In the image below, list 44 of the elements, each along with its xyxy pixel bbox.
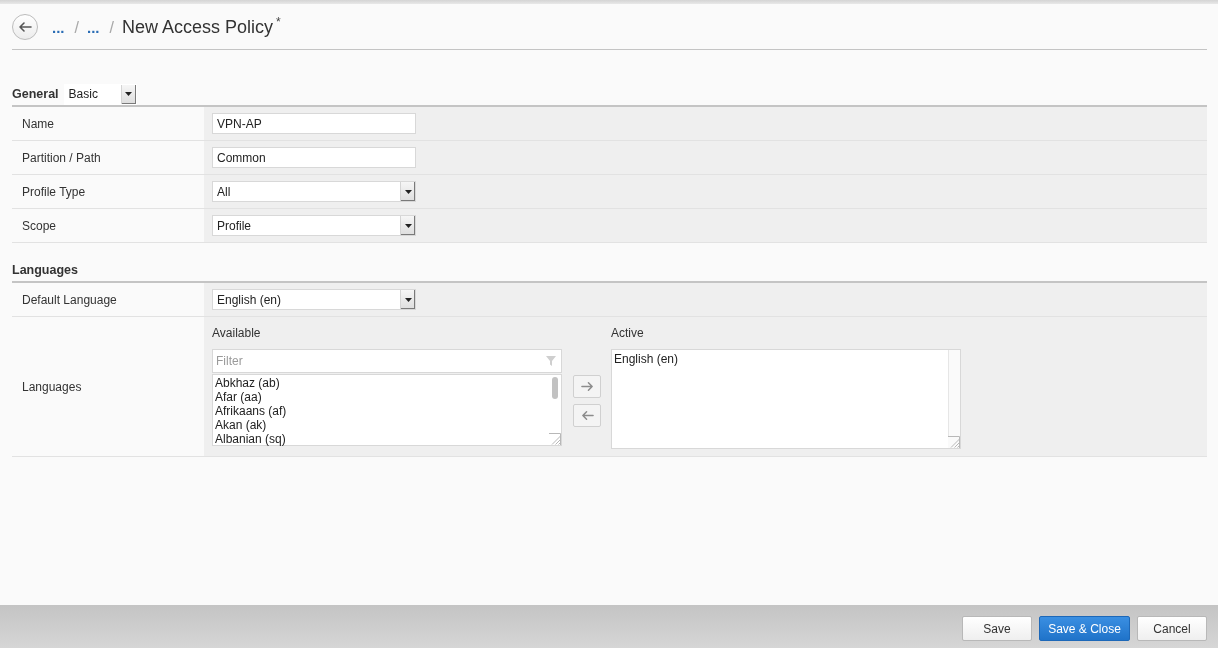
list-label: Active bbox=[611, 325, 645, 341]
breadcrumb-separator: / bbox=[74, 17, 79, 38]
section-heading: General bbox=[12, 85, 59, 103]
list-item[interactable]: Afar (aa) bbox=[215, 390, 549, 404]
filter-field[interactable]: Filter bbox=[212, 349, 562, 373]
section-heading: Languages bbox=[12, 261, 78, 279]
primary-button[interactable]: Save & Close bbox=[1039, 616, 1130, 641]
unsaved-marker: * bbox=[276, 13, 281, 31]
list-item[interactable]: Afrikaans (af) bbox=[215, 404, 549, 418]
available-list[interactable]: Abkhaz (ab) Afar (aa) Afrikaans (af) Akan (ak) Albanian (sq) bbox=[212, 374, 562, 446]
footer-button[interactable]: Cancel bbox=[1137, 616, 1207, 641]
arrow-left-icon bbox=[580, 409, 594, 422]
list-item[interactable]: English (en) bbox=[614, 351, 948, 367]
select-field[interactable]: English (en) bbox=[212, 289, 416, 310]
filter-icon bbox=[546, 356, 556, 366]
add-button[interactable] bbox=[573, 375, 601, 398]
list-item[interactable]: Abkhaz (ab) bbox=[215, 376, 549, 390]
list-item[interactable]: Albanian (sq) bbox=[215, 432, 549, 446]
field-label: Partition / Path bbox=[22, 149, 101, 167]
active-list[interactable]: English (en) bbox=[611, 349, 961, 449]
breadcrumb-link[interactable]: ... bbox=[52, 16, 65, 39]
field-label: Scope bbox=[22, 217, 57, 235]
text-field[interactable]: VPN-AP bbox=[212, 113, 416, 134]
field-label: Name bbox=[22, 115, 54, 133]
arrow-right-icon bbox=[580, 380, 594, 393]
text-field[interactable]: Common bbox=[212, 147, 416, 168]
footer-button[interactable]: Save bbox=[962, 616, 1032, 641]
breadcrumb-separator: / bbox=[109, 17, 114, 38]
field-label: Profile Type bbox=[22, 183, 86, 201]
list-item[interactable]: Akan (ak) bbox=[215, 418, 549, 432]
resize-grip-icon[interactable] bbox=[948, 436, 960, 448]
arrow-left-icon bbox=[18, 20, 32, 34]
back-button[interactable] bbox=[12, 14, 38, 40]
field-label: Languages bbox=[22, 378, 82, 396]
view-select[interactable]: Basic bbox=[63, 83, 137, 105]
scrollbar-thumb[interactable] bbox=[552, 377, 558, 399]
resize-grip-icon[interactable] bbox=[549, 433, 561, 445]
field-label: Default Language bbox=[22, 291, 117, 309]
breadcrumb-link[interactable]: ... bbox=[86, 16, 100, 39]
page-title: New Access Policy bbox=[121, 15, 273, 39]
remove-button[interactable] bbox=[573, 404, 601, 427]
select-field[interactable]: Profile bbox=[212, 215, 416, 236]
select-field[interactable]: All bbox=[212, 181, 416, 202]
list-label: Available bbox=[212, 325, 262, 341]
